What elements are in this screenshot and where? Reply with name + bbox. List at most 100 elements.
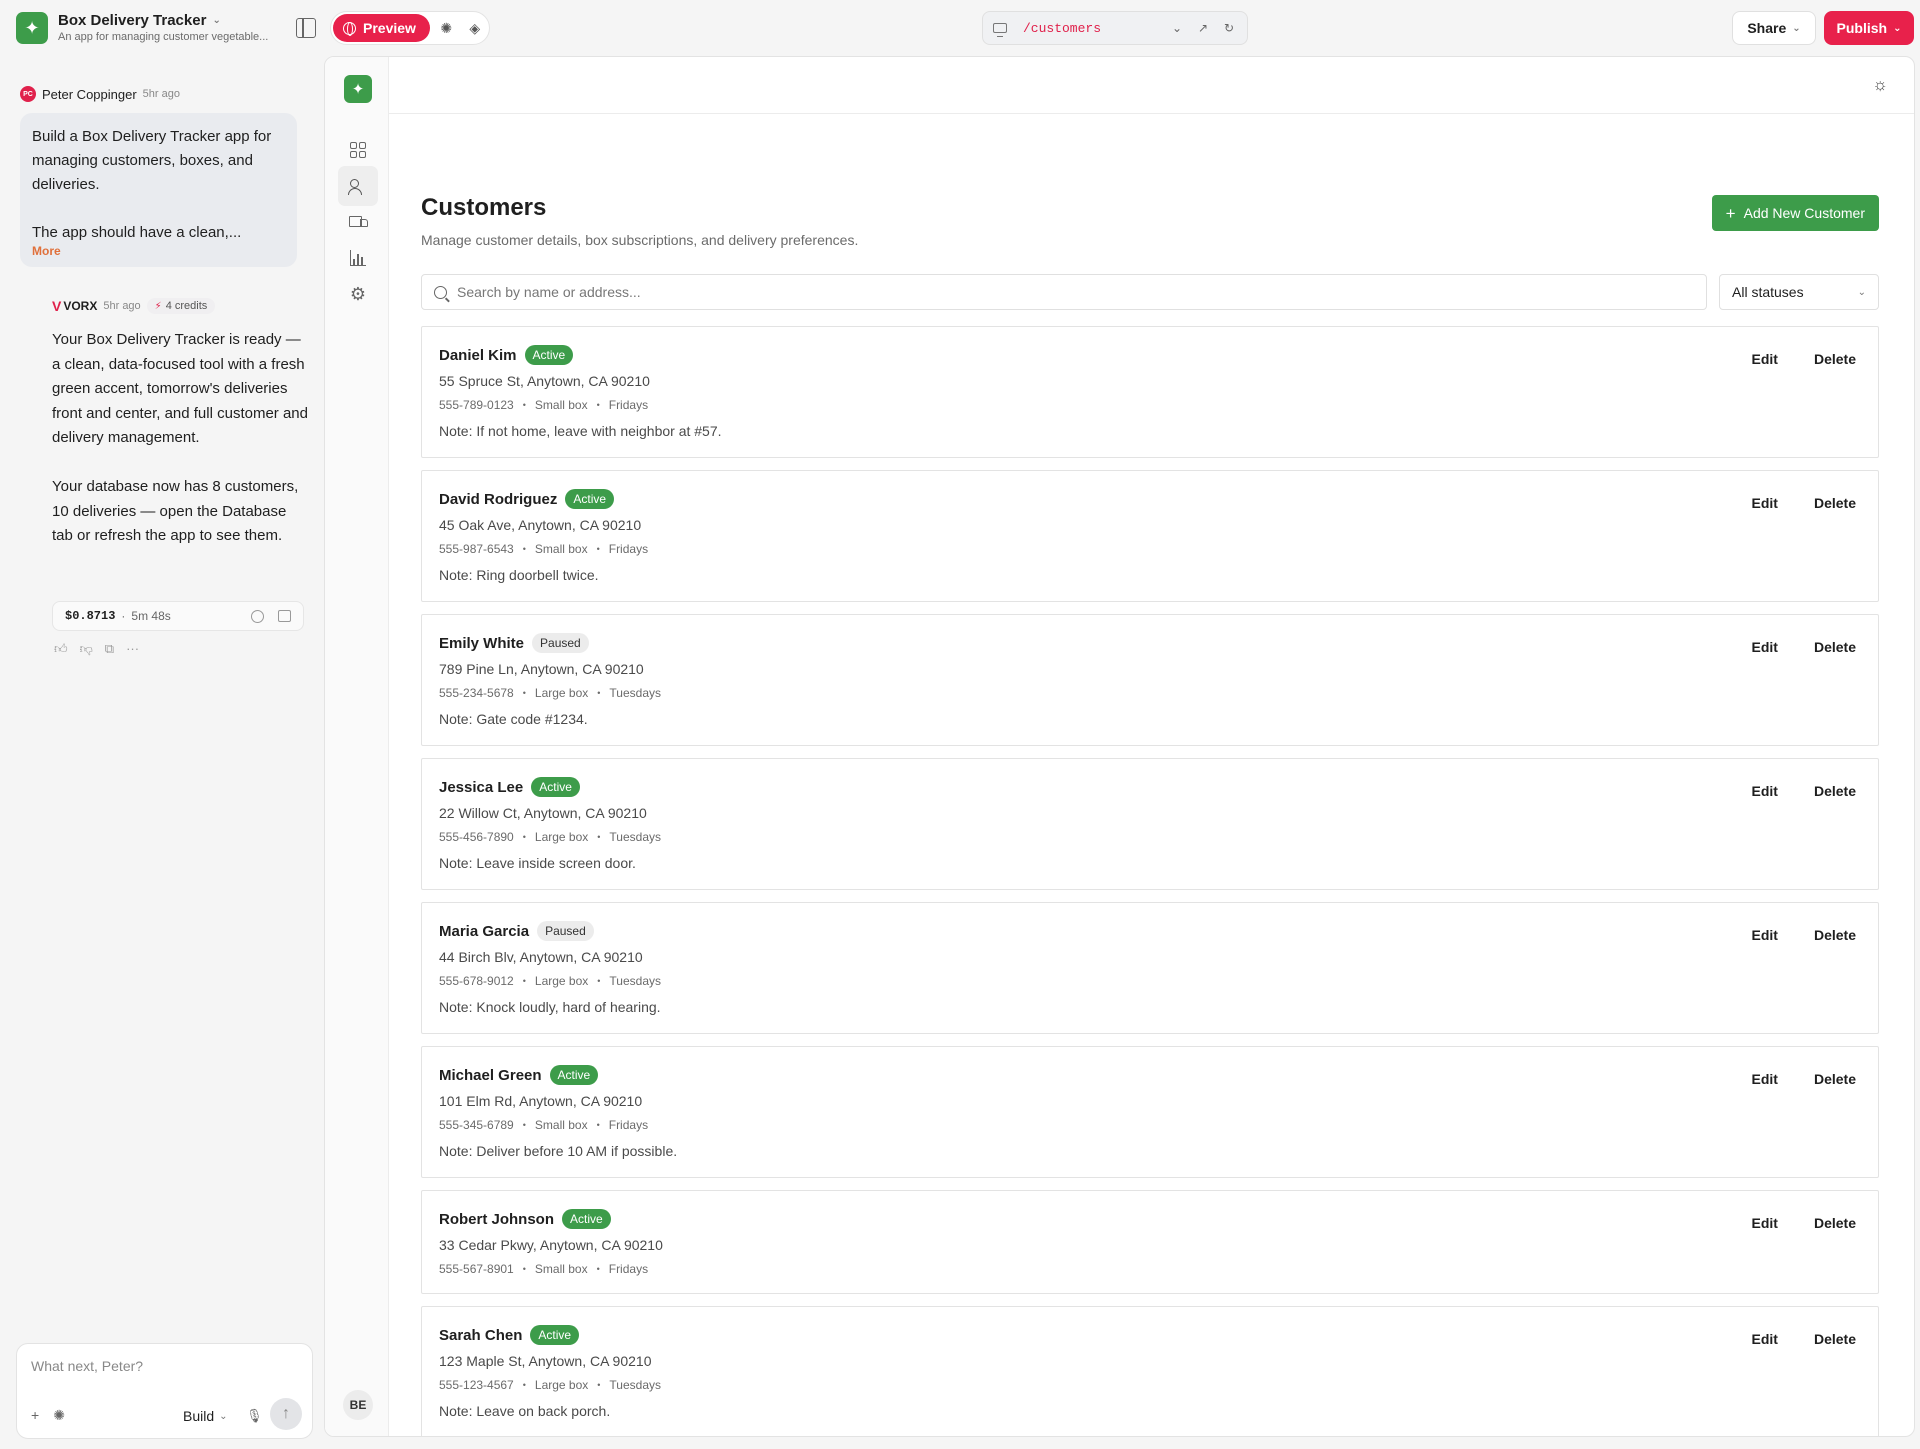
nav-reports[interactable]: [338, 238, 378, 278]
customer-card: Emily White Paused 789 Pine Ln, Anytown,…: [421, 614, 1879, 746]
edit-button[interactable]: Edit: [1744, 779, 1786, 803]
bolt-icon: ⚡: [154, 300, 162, 312]
user-avatar[interactable]: BE: [343, 1390, 373, 1420]
customer-meta: 555-123-4567 • Large box • Tuesdays: [439, 1377, 1862, 1393]
build-mode-select[interactable]: Build ⌄: [183, 1408, 228, 1424]
send-button[interactable]: ↑: [270, 1398, 302, 1430]
vorx-mark-icon: V: [52, 298, 62, 314]
microphone-icon[interactable]: 🎙︎: [246, 1408, 263, 1424]
app-name-dropdown[interactable]: Box Delivery Tracker ⌄: [58, 12, 221, 29]
feedback-row: 👍︎ 👎︎ ⧉ ···: [54, 641, 139, 657]
ai-message: Your Box Delivery Tracker is ready — a c…: [52, 328, 308, 549]
customer-card: Robert Johnson Active 33 Cedar Pkwy, Any…: [421, 1190, 1879, 1294]
chevron-down-icon: ⌄: [1893, 22, 1902, 34]
user-avatar: PC: [20, 86, 36, 102]
status-filter-select[interactable]: All statuses ⌄: [1719, 274, 1879, 310]
thumbs-down-icon[interactable]: 👎︎: [80, 641, 93, 657]
chevron-down-icon[interactable]: ⌄: [1169, 21, 1185, 35]
separator: •: [597, 832, 601, 842]
edit-button[interactable]: Edit: [1744, 491, 1786, 515]
more-options-icon[interactable]: ···: [126, 641, 139, 657]
sidebar-toggle-icon[interactable]: [296, 18, 316, 38]
publish-button[interactable]: Publish ⌄: [1824, 11, 1914, 45]
preview-button[interactable]: Preview: [333, 14, 430, 42]
customer-card: Daniel Kim Active 55 Spruce St, Anytown,…: [421, 326, 1879, 458]
app-logo-icon[interactable]: ✦: [16, 12, 48, 44]
app-description: An app for managing customer vegetable..…: [58, 31, 269, 43]
customer-note: Note: If not home, leave with neighbor a…: [439, 423, 722, 439]
chat-input[interactable]: [31, 1358, 291, 1374]
ai-message-paragraph: Your database now has 8 customers, 10 de…: [52, 478, 299, 544]
info-icon[interactable]: [251, 609, 264, 623]
url-bar[interactable]: /customers ⌄ ↗ ↻: [982, 11, 1248, 45]
customer-name: Sarah Chen: [439, 1326, 523, 1344]
more-link[interactable]: More: [32, 244, 61, 258]
preview-label: Preview: [363, 20, 416, 36]
edit-button[interactable]: Edit: [1744, 1067, 1786, 1091]
delete-button[interactable]: Delete: [1806, 923, 1864, 947]
delete-button[interactable]: Delete: [1806, 491, 1864, 515]
open-external-icon[interactable]: ↗: [1195, 21, 1211, 35]
ai-message-header: V VORX 5hr ago ⚡ 4 credits: [52, 298, 216, 314]
customer-note: Note: Gate code #1234.: [439, 711, 588, 727]
customer-delivery-day: Tuesdays: [609, 686, 662, 700]
copy-icon[interactable]: ⧉: [105, 641, 114, 657]
edit-button[interactable]: Edit: [1744, 635, 1786, 659]
publish-label: Publish: [1836, 20, 1888, 36]
nav-settings[interactable]: ⚙: [338, 274, 378, 314]
app-logo-icon[interactable]: ✦: [344, 75, 372, 103]
customer-meta: 555-567-8901 • Small box • Fridays: [439, 1261, 1862, 1277]
chat-composer: + ✺ Build ⌄ 🎙︎ ↑: [16, 1343, 313, 1439]
edit-button[interactable]: Edit: [1744, 1211, 1786, 1235]
delete-button[interactable]: Delete: [1806, 1327, 1864, 1351]
message-time: 5hr ago: [142, 88, 180, 100]
delete-button[interactable]: Delete: [1806, 779, 1864, 803]
users-icon: [348, 179, 367, 195]
edit-button[interactable]: Edit: [1744, 347, 1786, 371]
customer-phone: 555-987-6543: [439, 542, 514, 556]
customer-delivery-day: Fridays: [608, 542, 649, 556]
app-preview-frame: ✦ ⚙ BE ☼ Customers Manage customer detai…: [324, 56, 1915, 1437]
customer-address: 44 Birch Blv, Anytown, CA 90210: [439, 949, 643, 965]
theme-toggle-icon[interactable]: ☼: [1872, 75, 1888, 95]
build-mode-label: Build: [183, 1408, 215, 1424]
add-customer-button[interactable]: + Add New Customer: [1711, 195, 1879, 231]
search-input[interactable]: [457, 284, 1694, 300]
sparkle-icon[interactable]: ✺: [53, 1407, 65, 1424]
chevron-down-icon: ⌄: [212, 15, 221, 26]
refresh-icon[interactable]: ↻: [1221, 21, 1237, 35]
app-header: ☼: [389, 57, 1914, 114]
delete-button[interactable]: Delete: [1806, 1067, 1864, 1091]
image-icon[interactable]: [278, 609, 291, 622]
separator: ·: [121, 609, 126, 623]
visual-edit-icon[interactable]: ✺: [434, 14, 459, 42]
share-button[interactable]: Share ⌄: [1732, 11, 1816, 45]
credits-badge: ⚡ 4 credits: [146, 298, 216, 314]
thumbs-up-icon[interactable]: 👍︎: [54, 641, 68, 657]
edit-button[interactable]: Edit: [1744, 1327, 1786, 1351]
separator: •: [522, 544, 526, 554]
chat-panel: PC Peter Coppinger 5hr ago Build a Box D…: [0, 56, 322, 1449]
delete-button[interactable]: Delete: [1806, 347, 1864, 371]
chevron-down-icon: ⌄: [219, 1410, 228, 1422]
nav-deliveries[interactable]: [338, 202, 378, 242]
separator: •: [597, 688, 601, 698]
separator: •: [522, 976, 526, 986]
nav-customers[interactable]: [338, 166, 378, 206]
nav-dashboard[interactable]: [338, 130, 378, 170]
chevron-down-icon: ⌄: [1792, 22, 1801, 34]
layers-icon[interactable]: ◈: [462, 14, 487, 42]
dashboard-icon: [350, 142, 366, 158]
delete-button[interactable]: Delete: [1806, 1211, 1864, 1235]
customer-phone: 555-234-5678: [439, 686, 514, 700]
status-badge: Active: [531, 777, 580, 797]
customer-address: 55 Spruce St, Anytown, CA 90210: [439, 373, 650, 389]
edit-button[interactable]: Edit: [1744, 923, 1786, 947]
chevron-down-icon: ⌄: [1857, 286, 1866, 298]
plus-icon[interactable]: +: [31, 1407, 39, 1424]
customer-box-size: Large box: [534, 974, 589, 988]
customer-box-size: Large box: [534, 1378, 589, 1392]
delete-button[interactable]: Delete: [1806, 635, 1864, 659]
url-path[interactable]: /customers: [1023, 21, 1159, 36]
status-badge: Paused: [537, 921, 594, 941]
